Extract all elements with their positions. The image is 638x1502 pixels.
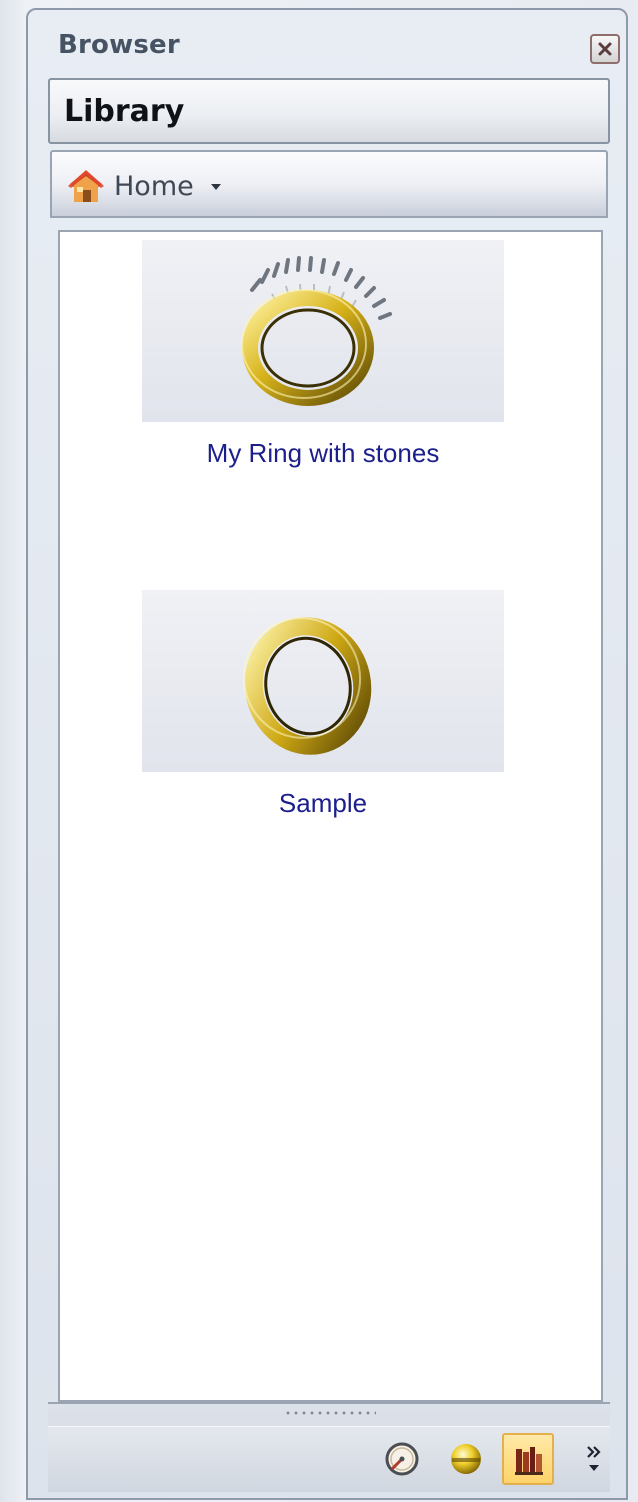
- library-item[interactable]: Sample: [142, 590, 504, 819]
- item-thumbnail[interactable]: [142, 590, 504, 772]
- gauge-icon: [385, 1442, 419, 1476]
- footer-toolbar: [48, 1426, 610, 1491]
- close-icon: [598, 42, 612, 56]
- close-button[interactable]: [590, 34, 620, 64]
- gold-sphere-icon: [451, 1444, 481, 1474]
- library-button[interactable]: [502, 1433, 554, 1485]
- library-item[interactable]: My Ring with stones: [142, 240, 504, 469]
- item-thumbnail[interactable]: [142, 240, 504, 422]
- gauge-button[interactable]: [376, 1433, 428, 1485]
- toolbar-overflow-button[interactable]: [582, 1435, 606, 1483]
- books-library-icon: [515, 1447, 543, 1475]
- panel-title: Browser: [58, 30, 180, 60]
- resize-grip[interactable]: [284, 1410, 376, 1416]
- library-header[interactable]: Library: [48, 78, 610, 144]
- home-label: Home: [114, 170, 194, 202]
- panel-footer: [48, 1402, 610, 1492]
- item-label: Sample: [278, 788, 368, 818]
- chevron-double-right-icon: [587, 1446, 601, 1471]
- gold-ring-icon: [242, 617, 372, 755]
- material-button[interactable]: [440, 1433, 492, 1485]
- browser-panel: Browser Library Home My Ring with stones…: [26, 8, 628, 1500]
- library-content: My Ring with stones Sample: [58, 230, 603, 1402]
- gold-ring-with-stones-icon: [241, 256, 392, 406]
- house-icon: [68, 170, 104, 202]
- library-title: Library: [64, 94, 185, 129]
- caret-down-icon: [210, 184, 221, 190]
- home-dropdown-button[interactable]: Home: [64, 166, 222, 206]
- navigation-bar: Home: [50, 150, 608, 218]
- item-label: My Ring with stones: [206, 438, 440, 468]
